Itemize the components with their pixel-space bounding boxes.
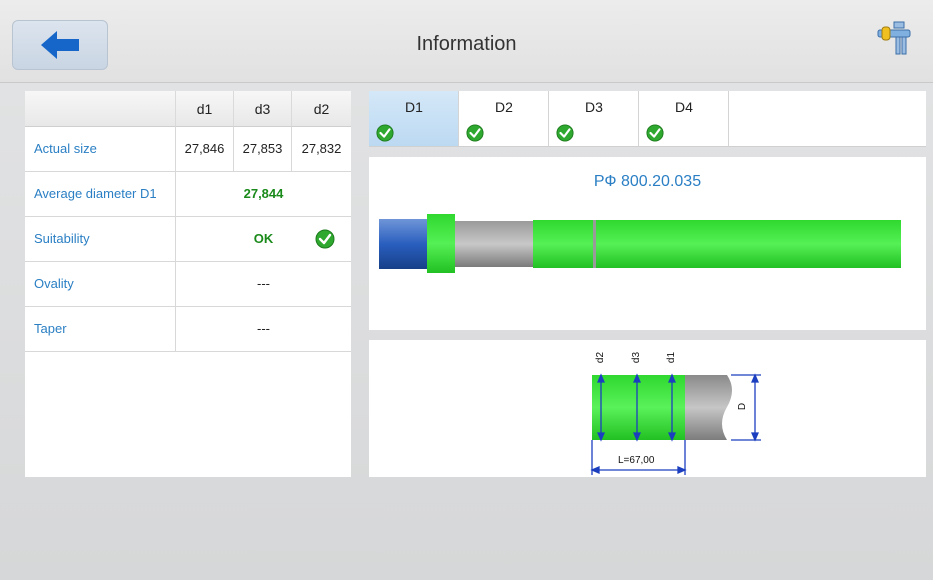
pipe-end-segment	[379, 219, 429, 269]
check-circle-icon	[556, 124, 574, 142]
caliper-icon[interactable]	[874, 18, 914, 63]
tab-d3[interactable]: D3	[549, 91, 639, 146]
check-circle-icon	[466, 124, 484, 142]
column-header-d3: d3	[234, 91, 292, 127]
table-row-suitability: Suitability OK	[25, 217, 351, 262]
diameter-tabs: D1 D2 D3 D4	[369, 91, 926, 147]
average-diameter-value: 27,844	[243, 186, 284, 201]
length-label: L=67,00	[618, 455, 655, 466]
row-label: Taper	[25, 307, 176, 351]
check-circle-icon	[646, 124, 664, 142]
tab-label: D3	[585, 99, 603, 115]
dimension-label-d3: d3	[631, 351, 643, 364]
pipe-green-segment	[533, 220, 901, 268]
table-corner-header	[25, 91, 176, 127]
measurement-table: d1 d3 d2 Actual size 27,846 27,853 27,83…	[25, 91, 351, 477]
tab-d1[interactable]: D1	[369, 91, 459, 146]
tab-label: D4	[675, 99, 693, 115]
tab-d2[interactable]: D2	[459, 91, 549, 146]
row-label: Ovality	[25, 262, 176, 306]
pipe-diagram	[379, 214, 901, 273]
pipe-collar	[427, 214, 455, 273]
table-row-ovality: Ovality ---	[25, 262, 351, 307]
ovality-value: ---	[257, 276, 270, 291]
tab-label: D1	[405, 99, 423, 115]
information-screen: Information d1 d3 d2 Actual size 27,846 …	[0, 0, 933, 580]
dimension-label-d1: d1	[666, 351, 678, 364]
table-row-average-diameter: Average diameter D1 27,844	[25, 172, 351, 217]
header-bar: Information	[0, 0, 933, 83]
tab-label: D2	[495, 99, 513, 115]
page-title: Information	[416, 33, 517, 55]
table-row-taper: Taper ---	[25, 307, 351, 352]
pipe-gray-segment	[455, 221, 533, 267]
row-label: Actual size	[25, 127, 176, 171]
row-label: Suitability	[25, 217, 176, 261]
table-row-actual-size: Actual size 27,846 27,853 27,832	[25, 127, 351, 172]
value-cell-d3: 27,853	[234, 127, 292, 171]
check-circle-icon	[315, 229, 335, 249]
column-header-d2: d2	[292, 91, 351, 127]
dimension-label-diameter: D	[737, 402, 749, 411]
dimension-label-d2: d2	[595, 351, 607, 364]
value-cell-d2: 27,832	[301, 141, 342, 156]
dimension-panel: d2 d3 d1 D L=67,00	[369, 340, 926, 477]
taper-value: ---	[257, 321, 270, 336]
part-view-panel: РФ 800.20.035	[369, 157, 926, 330]
tab-d4[interactable]: D4	[639, 91, 729, 146]
pipe-seam	[593, 220, 596, 268]
value-cell-d1: 27,846	[176, 127, 234, 171]
column-header-d1: d1	[176, 91, 234, 127]
row-label: Average diameter D1	[25, 172, 176, 216]
check-circle-icon	[376, 124, 394, 142]
